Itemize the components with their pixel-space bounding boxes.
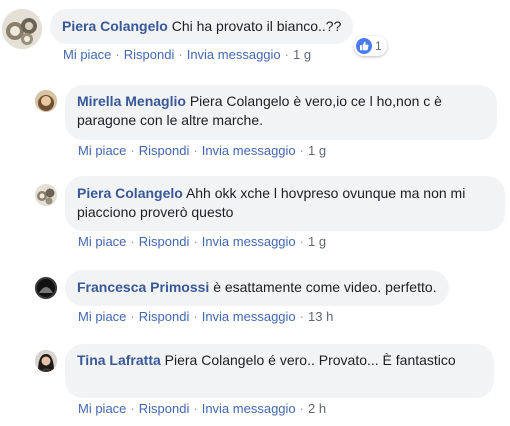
comment-timestamp[interactable]: 2 h <box>308 401 326 416</box>
comment-author[interactable]: Francesca Primossi <box>77 279 209 295</box>
like-link[interactable]: Mi piace <box>63 47 111 62</box>
comment-timestamp[interactable]: 13 h <box>308 309 333 324</box>
comment-text: è esattamente come video. perfetto. <box>213 279 437 295</box>
reply-link[interactable]: Rispondi <box>139 234 190 249</box>
comment-bubble: Piera Colangelo Chi ha provato il bianco… <box>50 9 354 44</box>
separator: · <box>299 143 304 158</box>
comment-bubble: Tina Lafratta Piera Colangelo é vero.. P… <box>65 344 494 398</box>
comment-text: Piera Colangelo é vero.. Provato... È fa… <box>164 352 456 368</box>
like-link[interactable]: Mi piace <box>78 234 126 249</box>
like-link[interactable]: Mi piace <box>78 401 126 416</box>
comment-actions: Mi piace · Rispondi · Invia messaggio · 1 g <box>63 47 311 62</box>
separator: · <box>115 47 120 62</box>
separator: · <box>299 401 304 416</box>
separator: · <box>193 401 198 416</box>
separator: · <box>130 401 135 416</box>
reaction-count[interactable]: 1 <box>354 36 387 56</box>
separator: · <box>299 234 304 249</box>
comment-timestamp[interactable]: 1 g <box>293 47 311 62</box>
comment-actions: Mi piace · Rispondi · Invia messaggio · 1 g <box>78 234 326 249</box>
separator: · <box>299 309 304 324</box>
comment-bubble: Piera Colangelo Ahh okk xche l hovpreso … <box>65 176 505 231</box>
comment-timestamp[interactable]: 1 g <box>308 234 326 249</box>
like-link[interactable]: Mi piace <box>78 143 126 158</box>
separator: · <box>130 143 135 158</box>
separator: · <box>193 309 198 324</box>
send-message-link[interactable]: Invia messaggio <box>202 309 296 324</box>
reply-link[interactable]: Rispondi <box>139 401 190 416</box>
send-message-link[interactable]: Invia messaggio <box>187 47 281 62</box>
comment-actions: Mi piace · Rispondi · Invia messaggio · 13 h <box>78 309 333 324</box>
send-message-link[interactable]: Invia messaggio <box>202 143 296 158</box>
reply-link[interactable]: Rispondi <box>124 47 175 62</box>
comment-author[interactable]: Piera Colangelo <box>62 18 168 34</box>
comment-author[interactable]: Tina Lafratta <box>77 352 161 368</box>
avatar[interactable] <box>2 9 42 49</box>
comment-timestamp[interactable]: 1 g <box>308 143 326 158</box>
separator: · <box>178 47 183 62</box>
comment-actions: Mi piace · Rispondi · Invia messaggio · 2 h <box>78 401 326 416</box>
separator: · <box>193 234 198 249</box>
reply-link[interactable]: Rispondi <box>139 309 190 324</box>
reply-link[interactable]: Rispondi <box>139 143 190 158</box>
separator: · <box>193 143 198 158</box>
comment-bubble: Francesca Primossi è esattamente come vi… <box>65 270 449 306</box>
separator: · <box>130 309 135 324</box>
reaction-count-label: 1 <box>375 39 382 53</box>
comment-author[interactable]: Mirella Menaglio <box>77 93 186 109</box>
avatar[interactable] <box>35 350 57 372</box>
comment-actions: Mi piace · Rispondi · Invia messaggio · 1 g <box>78 143 326 158</box>
separator: · <box>284 47 289 62</box>
avatar[interactable] <box>35 277 57 299</box>
avatar[interactable] <box>35 90 57 112</box>
comment-text: Chi ha provato il bianco..?? <box>171 18 342 34</box>
separator: · <box>130 234 135 249</box>
send-message-link[interactable]: Invia messaggio <box>202 234 296 249</box>
send-message-link[interactable]: Invia messaggio <box>202 401 296 416</box>
like-link[interactable]: Mi piace <box>78 309 126 324</box>
avatar[interactable] <box>35 184 57 206</box>
comment-bubble: Mirella Menaglio Piera Colangelo è vero,… <box>65 85 497 140</box>
comment-author[interactable]: Piera Colangelo <box>77 185 183 201</box>
thumbs-up-icon <box>356 38 372 54</box>
